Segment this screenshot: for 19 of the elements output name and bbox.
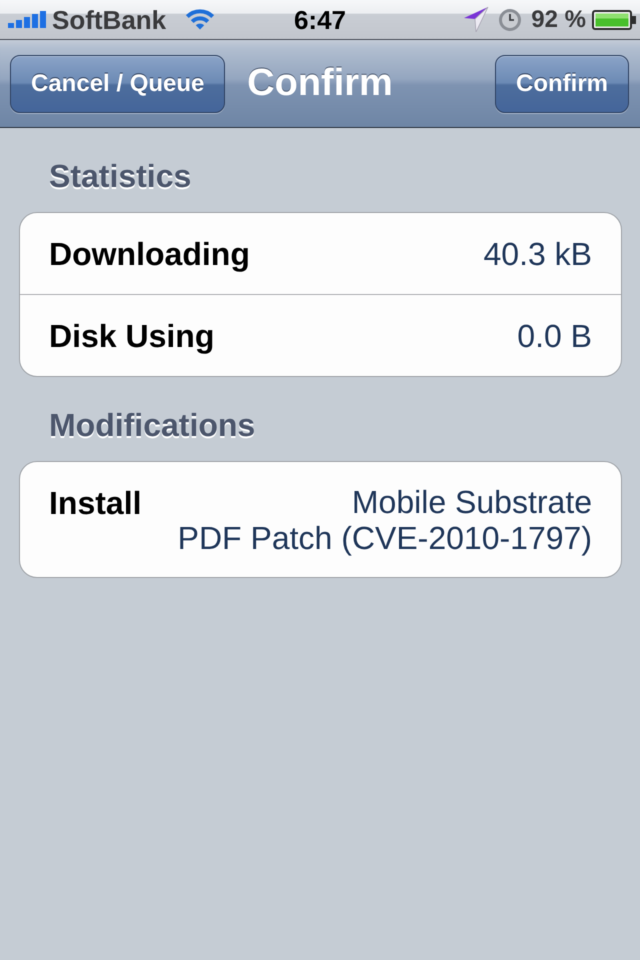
carrier-name: SoftBank [52,4,166,34]
row-value: Mobile Substrate PDF Patch (CVE-2010-1797) [178,484,592,556]
section-header: Modifications [49,406,256,444]
confirm-button[interactable]: Confirm [495,54,629,112]
section-header: Statistics [49,157,192,195]
clock-icon [499,8,522,30]
location-arrow-icon [463,7,490,32]
wifi-icon [184,9,216,30]
cancel-queue-button[interactable]: Cancel / Queue [10,54,226,112]
row-label: Disk Using [49,317,214,355]
signal-bars-icon [8,11,46,28]
status-time: 6:47 [294,4,346,34]
nav-title: Confirm [247,62,393,105]
row-value: 40.3 kB [483,235,592,273]
battery-percent: 92 % [531,4,586,34]
battery-icon [592,10,636,30]
row-label: Downloading [49,235,250,273]
row-value: 0.0 B [517,317,592,355]
row-label: Install [49,484,142,522]
